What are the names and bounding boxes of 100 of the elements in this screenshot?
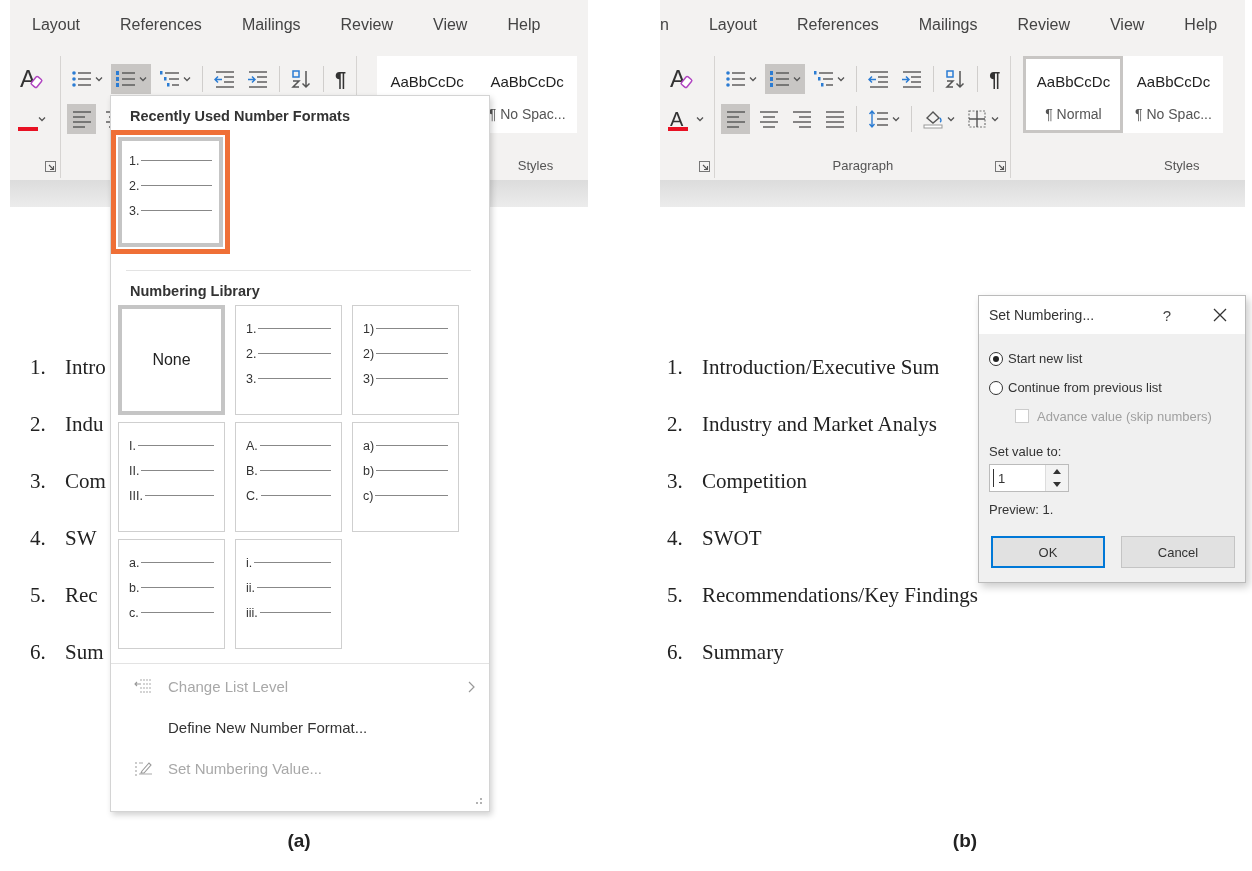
menu-heading: Numbering Library [129,283,261,301]
list-number: 2. [667,412,684,437]
group-label: Styles [1164,157,1200,173]
list-level-icon [134,677,154,696]
launcher-icon [45,161,56,172]
bullet-list-icon [71,69,92,89]
sort-icon [945,69,967,89]
resize-grip-icon [473,797,483,805]
spin-down-button[interactable] [1046,478,1068,491]
list-number: 4. [30,526,47,551]
sort-icon [291,69,312,89]
list-marker: iii. [246,605,258,620]
ribbon-tab[interactable]: Layout [708,16,757,34]
list-number: 5. [667,583,684,608]
list-item-text: Rec [65,583,98,608]
ribbon-tab[interactable]: n [660,16,669,34]
list-item-text: Com [65,469,106,494]
figure-caption: (a) [287,830,311,852]
align-left-button[interactable] [721,104,751,134]
list-marker: a. [129,555,140,570]
radio-button[interactable] [989,351,1003,366]
radio-label[interactable]: Start new list [1008,351,1083,366]
close-button[interactable] [1213,308,1227,322]
number-format-tile[interactable]: I. II. III. [118,422,225,532]
ribbon-tab[interactable]: Review [340,16,394,34]
dialog-launcher-button[interactable] [995,161,1007,172]
dialog-button[interactable]: OK [991,536,1105,568]
ribbon-tab[interactable]: View [1109,16,1145,34]
number-format-tile[interactable]: 1. 2. 3. [118,137,223,247]
numbering-button[interactable] [765,64,806,94]
ribbon-tab[interactable]: References [796,16,879,34]
number-format-tile[interactable]: None [118,305,225,415]
ribbon-tab[interactable]: Mailings [241,16,301,34]
list-marker: A. [246,438,258,453]
down-triangle-icon [1053,482,1061,487]
show-marks-button[interactable]: ¶ [985,64,1005,94]
ribbon-tab[interactable]: Mailings [918,16,978,34]
list-item-text: Indu [65,412,104,437]
align-left-icon [71,109,92,129]
style-tile[interactable]: AaBbCcDc ¶ Normal [1023,56,1124,133]
number-format-tile[interactable]: 1) 2) 3) [352,305,459,415]
pencil-list-icon [134,759,154,778]
number-format-tile[interactable]: 1. 2. 3. [235,305,342,415]
numbered-list-icon [769,69,791,89]
number-format-tile[interactable]: A. B. C. [235,422,342,532]
list-number: 1. [30,355,47,380]
menu-item-label: Define New Number Format... [168,719,368,736]
numbering-button[interactable] [111,64,151,94]
list-number: 1. [667,355,684,380]
style-name: ¶ No Spac... [1135,106,1212,122]
launcher-icon [995,161,1007,172]
number-format-tile[interactable]: i. ii. iii. [235,539,342,649]
list-marker: b. [129,580,140,595]
menu-item-label: Set Numbering Value... [168,760,322,777]
number-format-tile[interactable]: a) b) c) [352,422,459,532]
list-marker: 2. [129,178,140,193]
list-item-text: Summary [702,640,784,665]
justify-icon [824,109,846,129]
ribbon-tab[interactable]: Help [507,16,541,34]
help-button[interactable]: ? [1162,306,1171,324]
font-color-bar-icon [18,127,38,131]
ribbon-tab[interactable]: Review [1017,16,1070,34]
list-item-text: Intro [65,355,106,380]
preview-text: Preview: 1. [989,502,1055,519]
spin-up-button[interactable] [1046,465,1068,478]
radio-button[interactable] [989,380,1003,395]
figure-caption: (b) [952,830,978,852]
launcher-icon [699,161,711,172]
ribbon-tab[interactable]: View [433,16,468,34]
increase-indent-icon [901,69,923,89]
menu-item[interactable]: Define New Number Format... [116,707,489,748]
list-item-text: Recommendations/Key Findings [702,583,978,608]
align-left-button[interactable] [67,104,96,134]
ribbon-tab[interactable]: References [120,16,202,34]
align-left-icon [725,109,747,129]
bullet-list-icon [725,69,747,89]
multilevel-list-icon [159,69,180,89]
list-number: 6. [667,640,684,665]
dialog-launcher-button[interactable] [45,161,56,172]
up-triangle-icon [1053,469,1061,474]
number-format-tile[interactable]: a. b. c. [118,539,225,649]
ribbon-tab[interactable]: Layout [32,16,81,34]
show-marks-button[interactable]: ¶ [331,64,351,94]
list-item-text: SWOT [702,526,762,551]
list-number: 3. [667,469,684,494]
list-marker: c. [129,605,139,620]
style-preview: AaBbCcDc [390,73,464,90]
style-preview: AaBbCcDc [1036,73,1111,90]
dialog-title: Set Numbering... [989,307,1096,323]
list-item-text: Introduction/Executive Sum [702,355,940,380]
line-spacing-icon [868,109,890,129]
list-marker: 1) [363,321,375,336]
radio-label[interactable]: Continue from previous list [1008,380,1162,395]
dialog-launcher-button[interactable] [699,161,711,172]
style-name: ¶ Normal [1045,106,1102,122]
list-number: 4. [667,526,684,551]
font-color-button[interactable]: A [666,104,709,134]
ribbon-tab[interactable]: Help [1184,16,1218,34]
dialog-button[interactable]: Cancel [1121,536,1235,568]
decrease-indent-icon [214,69,235,89]
